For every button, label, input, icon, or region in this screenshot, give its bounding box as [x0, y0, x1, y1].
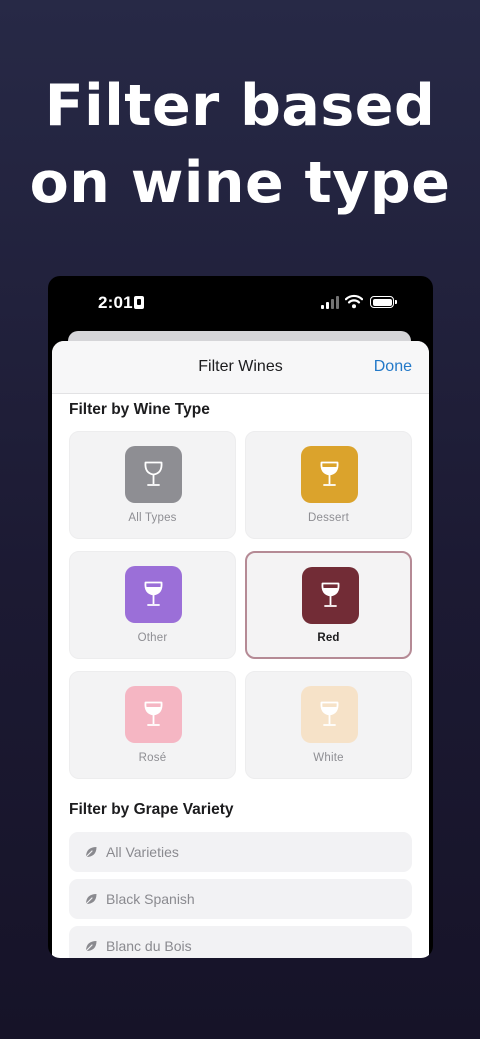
status-time: 2:01	[98, 293, 133, 312]
wine-type-swatch	[125, 566, 182, 623]
wine-type-label: White	[313, 752, 344, 764]
phone-frame: 2:01 Filter Wines Done Filter by Wine Ty…	[48, 276, 433, 958]
leaf-icon	[84, 892, 98, 906]
leaf-icon	[84, 845, 98, 859]
grape-variety-item[interactable]: Blanc du Bois	[69, 926, 412, 958]
wine-type-option[interactable]: White	[245, 671, 412, 779]
grape-variety-label: All Varieties	[106, 844, 179, 860]
grape-variety-item[interactable]: Black Spanish	[69, 879, 412, 919]
wine-type-option[interactable]: Rosé	[69, 671, 236, 779]
wine-type-swatch	[302, 567, 359, 624]
headline-line-1: Filter based	[44, 73, 436, 139]
wine-type-swatch	[301, 446, 358, 503]
wine-type-section-title: Filter by Wine Type	[69, 401, 210, 418]
grape-variety-label: Blanc du Bois	[106, 938, 192, 954]
leaf-icon	[84, 939, 98, 953]
wine-type-swatch	[125, 686, 182, 743]
grape-variety-label: Black Spanish	[106, 891, 195, 907]
wine-type-option[interactable]: All Types	[69, 431, 236, 539]
done-button[interactable]: Done	[374, 358, 412, 376]
sim-card-icon	[134, 296, 144, 309]
wine-type-label: Other	[137, 632, 168, 644]
wine-type-label: All Types	[128, 512, 177, 524]
wifi-icon	[344, 294, 364, 309]
wine-type-option[interactable]: Other	[69, 551, 236, 659]
status-bar: 2:01	[48, 276, 433, 332]
wine-type-label: Dessert	[307, 512, 350, 524]
battery-icon	[370, 296, 397, 308]
sheet-nav-bar: Filter Wines Done	[52, 341, 429, 394]
wine-type-swatch	[301, 686, 358, 743]
cellular-signal-icon	[321, 296, 341, 309]
grape-variety-section-title: Filter by Grape Variety	[69, 801, 234, 818]
wine-type-option[interactable]: Dessert	[245, 431, 412, 539]
wine-type-option[interactable]: Red	[245, 551, 412, 659]
headline-line-2: on wine type	[29, 150, 451, 216]
grape-variety-item[interactable]: All Varieties	[69, 832, 412, 872]
wine-type-swatch	[125, 446, 182, 503]
sheet-title: Filter Wines	[198, 358, 283, 375]
wine-type-label: Rosé	[138, 752, 167, 764]
filter-sheet: Filter Wines Done Filter by Wine Type Al…	[52, 341, 429, 958]
wine-type-label: Red	[317, 632, 340, 644]
marketing-headline: Filter based on wine type	[0, 68, 480, 222]
